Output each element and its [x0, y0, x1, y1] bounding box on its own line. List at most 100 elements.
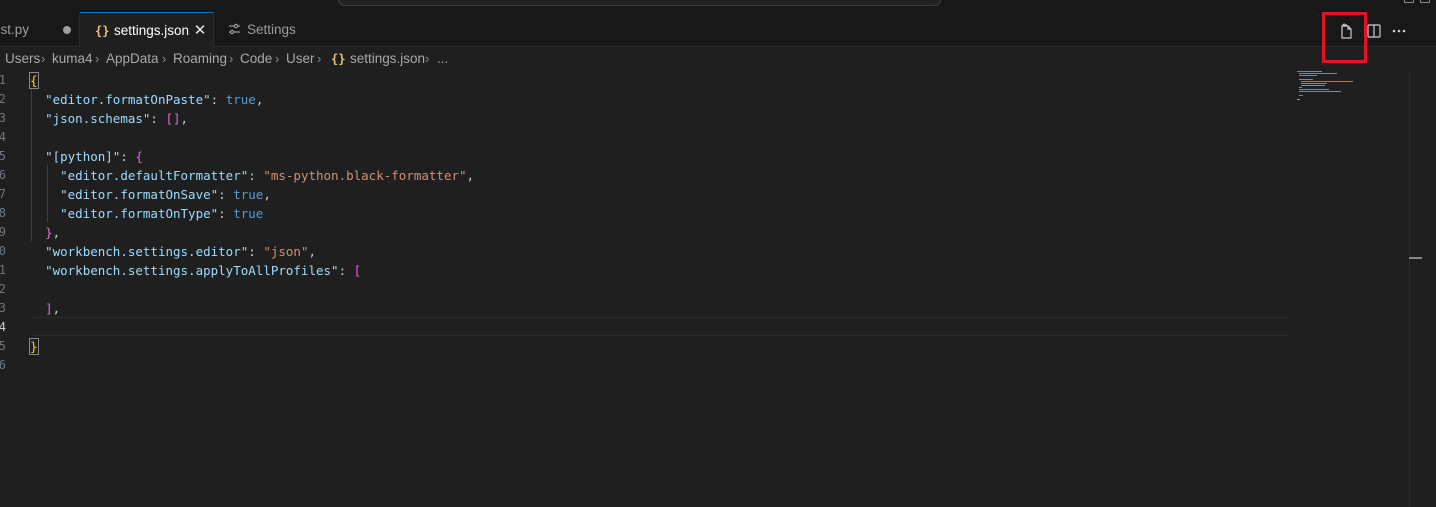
line-number: 7: [0, 187, 6, 201]
minimap-line: [1301, 83, 1327, 84]
code-token: ,: [52, 301, 61, 316]
breadcrumb-more[interactable]: ...: [437, 51, 448, 66]
code-line[interactable]: "json.schemas": [],: [30, 109, 188, 128]
line-number: 2: [0, 92, 6, 106]
minimap-line: [1297, 99, 1300, 100]
code-token: true: [233, 206, 264, 221]
json-file-icon: {}: [331, 52, 346, 66]
minimap-line: [1299, 89, 1329, 90]
code-token: [: [353, 263, 362, 278]
code-line[interactable]: },: [30, 223, 60, 242]
breadcrumb-file[interactable]: settings.json: [350, 51, 425, 66]
code-token: true: [233, 187, 264, 202]
code-token: }: [45, 225, 53, 240]
breadcrumb-item[interactable]: kuma4: [52, 51, 93, 66]
layout-icon[interactable]: [1420, 0, 1430, 3]
minimap-line: [1301, 85, 1325, 86]
line-number: 9: [0, 225, 6, 239]
breadcrumb: Users › kuma4 › AppData › Roaming › Code…: [0, 48, 1436, 70]
code-token: "[python]": [45, 149, 121, 164]
code-token: :: [248, 244, 264, 259]
code-token: "ms-python.black-formatter": [263, 168, 467, 183]
line-number: 1: [0, 263, 6, 277]
chevron-right-icon: ›: [425, 51, 430, 66]
code-token: "workbench.settings.editor": [45, 244, 249, 259]
chevron-right-icon: ›: [95, 51, 100, 66]
code-token: "editor.formatOnSave": [60, 187, 219, 202]
code-line[interactable]: "editor.formatOnSave": true,: [30, 185, 271, 204]
tab-label: est.py: [0, 22, 30, 37]
editor-tab-bar: est.py {} settings.json ✕ Settings: [0, 12, 1436, 48]
code-line[interactable]: "[python]": {: [30, 147, 143, 166]
settings-editor-icon: [229, 23, 240, 35]
line-number: 3: [0, 301, 6, 315]
line-number: 6: [0, 358, 6, 372]
breadcrumb-item[interactable]: Users: [5, 51, 40, 66]
code-line[interactable]: "editor.formatOnPaste": true,: [30, 90, 263, 109]
breadcrumb-item[interactable]: Code: [240, 51, 272, 66]
line-number: 3: [0, 111, 6, 125]
line-number: 8: [0, 206, 6, 220]
chevron-right-icon: ›: [317, 51, 322, 66]
tab-settings-json[interactable]: {} settings.json ✕: [80, 12, 214, 48]
tab-settings[interactable]: Settings: [214, 12, 324, 47]
line-number: 4: [0, 130, 6, 144]
code-editor[interactable]: 1 2 3 4 5 6 7 8 9 0 1 2 3 4 5 6 { "editor.formatOnPaste…: [0, 70, 1436, 507]
code-token: ,: [180, 111, 189, 126]
code-token: :: [150, 111, 166, 126]
code-line[interactable]: "workbench.settings.editor": "json",: [30, 242, 316, 261]
minimap-line: [1299, 87, 1302, 88]
vertical-scrollbar[interactable]: [1409, 70, 1410, 507]
code-token: :: [210, 92, 226, 107]
title-bar: [0, 0, 1436, 12]
code-token: ,: [466, 168, 475, 183]
breadcrumb-item[interactable]: User: [286, 51, 315, 66]
code-token: []: [165, 111, 181, 126]
code-line[interactable]: "editor.defaultFormatter": "ms-python.bl…: [30, 166, 474, 185]
minimap[interactable]: [1295, 70, 1375, 110]
minimap-line: [1299, 95, 1303, 96]
unsaved-dot-icon[interactable]: [63, 26, 71, 34]
more-actions-icon[interactable]: [1388, 20, 1410, 42]
minimap-line: [1301, 81, 1353, 82]
code-token: "editor.formatOnType": [60, 206, 219, 221]
code-line[interactable]: }: [29, 337, 39, 356]
tab-test-py[interactable]: est.py: [0, 12, 80, 47]
code-line[interactable]: {: [29, 71, 39, 90]
code-token: :: [218, 187, 234, 202]
code-line[interactable]: "workbench.settings.applyToAllProfiles":…: [30, 261, 361, 280]
tab-label: Settings: [247, 22, 296, 37]
command-center[interactable]: [338, 0, 941, 6]
breadcrumb-item[interactable]: AppData: [106, 51, 159, 66]
code-line[interactable]: "editor.formatOnType": true: [30, 204, 263, 223]
line-number: 0: [0, 244, 6, 258]
tab-label: settings.json: [114, 23, 190, 38]
code-token: true: [225, 92, 256, 107]
chevron-right-icon: ›: [275, 51, 280, 66]
current-line-highlight: [30, 317, 1288, 336]
line-number: 4: [0, 320, 6, 334]
layout-icon[interactable]: [1404, 0, 1414, 3]
minimap-line: [1299, 75, 1317, 76]
line-number: 5: [0, 339, 6, 353]
line-number: 1: [0, 73, 6, 87]
code-token: "editor.formatOnPaste": [45, 92, 211, 107]
line-number: 5: [0, 149, 6, 163]
code-token: {: [29, 72, 39, 89]
code-line[interactable]: ],: [30, 299, 60, 318]
code-token: ,: [255, 92, 264, 107]
code-token: "json": [263, 244, 309, 259]
code-token: ,: [263, 187, 271, 202]
close-icon[interactable]: ✕: [191, 21, 209, 39]
breadcrumb-item[interactable]: Roaming: [173, 51, 227, 66]
code-token: {: [135, 149, 143, 164]
code-token: :: [120, 149, 136, 164]
